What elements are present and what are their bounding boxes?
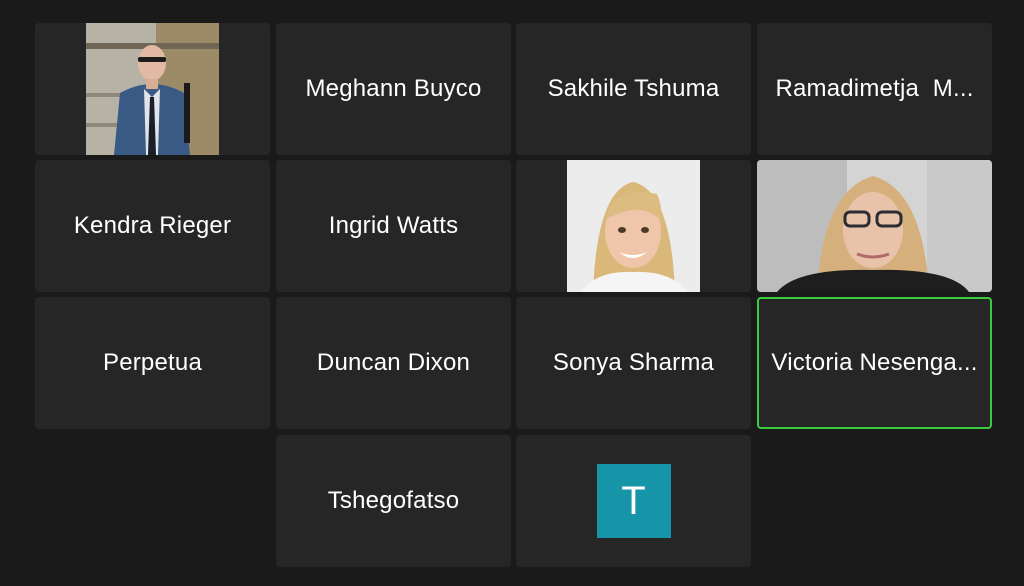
participant-name: Kendra Rieger: [73, 212, 232, 239]
participant-name: Perpetua: [102, 349, 202, 376]
participant-name: Ingrid Watts: [328, 212, 459, 239]
participant-name: Ramadimetja M...: [775, 75, 974, 102]
participant-tile[interactable]: Meghann Buyco: [276, 23, 511, 155]
participant-tile[interactable]: Duncan Dixon: [276, 297, 511, 429]
participant-tile[interactable]: Kendra Rieger: [35, 160, 270, 292]
participant-tile[interactable]: Tshegofatso: [276, 435, 511, 567]
participant-video-man: [86, 23, 219, 155]
participant-tile-active-speaker[interactable]: Victoria Nesenga...: [757, 297, 992, 429]
participant-name: Tshegofatso: [327, 487, 460, 514]
avatar: T: [596, 464, 671, 538]
smiling-woman-image: [567, 160, 700, 292]
participant-tile[interactable]: Perpetua: [35, 297, 270, 429]
participant-name: Sonya Sharma: [552, 349, 715, 376]
participant-tile[interactable]: Ramadimetja M...: [757, 23, 992, 155]
participant-name: Victoria Nesenga...: [771, 349, 978, 376]
video-gallery: Meghann Buyco Sakhile Tshuma Ramadimetja…: [0, 0, 1024, 586]
participant-video-woman: [567, 160, 700, 292]
participant-tile-avatar[interactable]: T: [516, 435, 751, 567]
participant-video-woman-glasses: [757, 160, 992, 292]
participant-tile-video[interactable]: [757, 160, 992, 292]
participant-tile[interactable]: Ingrid Watts: [276, 160, 511, 292]
participant-name: Meghann Buyco: [305, 75, 482, 102]
participant-tile-video[interactable]: [516, 160, 751, 292]
man-in-suit-image: [86, 23, 219, 155]
participant-name: Duncan Dixon: [316, 349, 471, 376]
participant-name: Sakhile Tshuma: [547, 75, 720, 102]
participant-tile-video[interactable]: [35, 23, 270, 155]
avatar-initial: T: [621, 478, 646, 523]
woman-with-glasses-image: [757, 160, 992, 292]
participant-tile[interactable]: Sakhile Tshuma: [516, 23, 751, 155]
participant-tile[interactable]: Sonya Sharma: [516, 297, 751, 429]
